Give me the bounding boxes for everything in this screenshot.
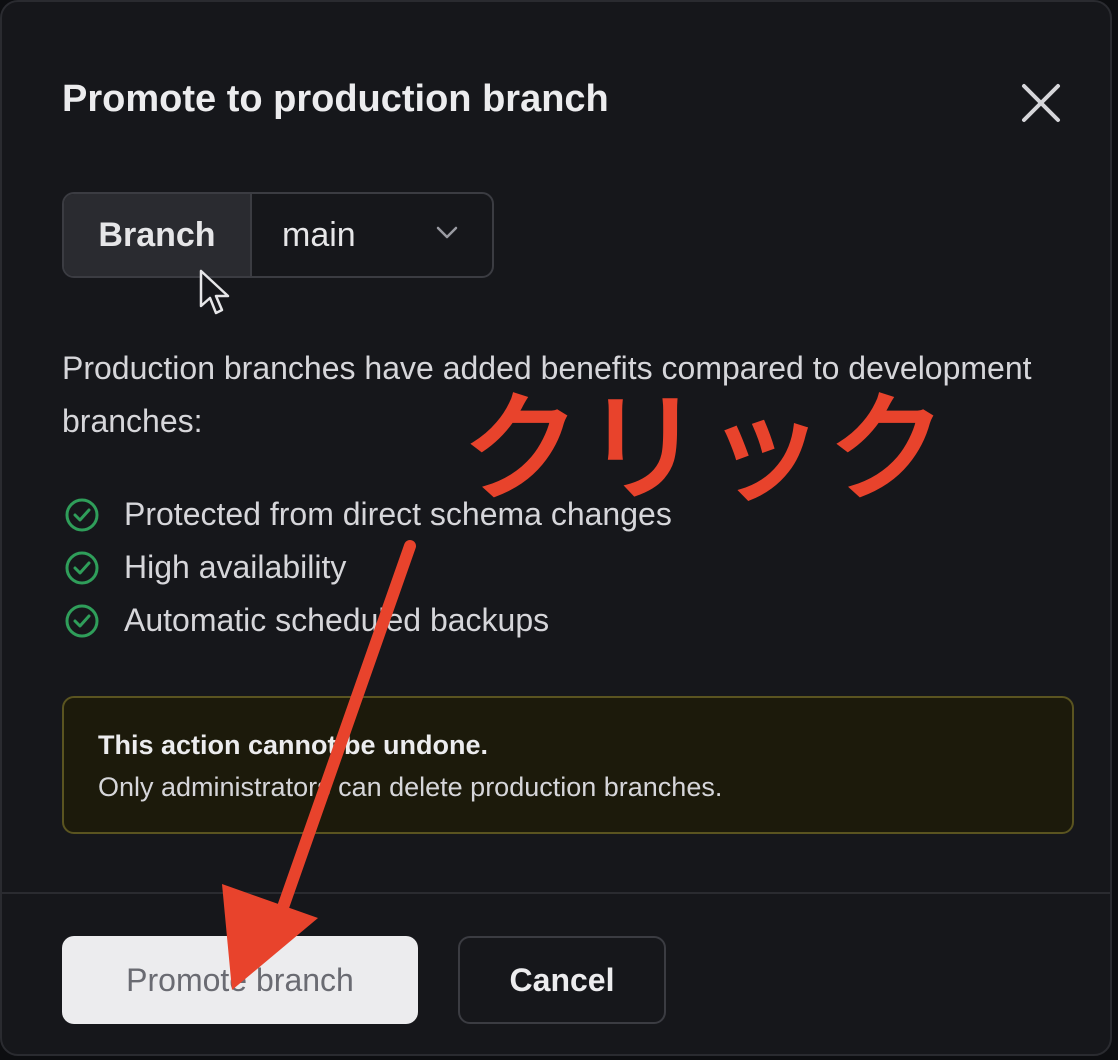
warning-body: Only administrators can delete productio… [98,772,723,802]
close-button[interactable] [1012,74,1070,132]
branch-label: Branch [64,194,252,276]
warning-title: This action cannot be undone. [98,730,489,760]
check-circle-icon [65,551,99,584]
promote-branch-dialog: Promote to production branch Branch main… [0,0,1112,1056]
benefit-item: High availability [62,541,672,594]
check-circle-icon [65,498,99,531]
cancel-button[interactable]: Cancel [458,936,666,1024]
branch-selector: Branch main [62,192,494,278]
footer-divider [2,892,1110,894]
close-icon [1022,84,1060,122]
annotation-label: クリック [462,380,951,518]
branch-dropdown[interactable]: main [252,194,492,276]
benefit-text: Automatic scheduled backups [124,602,550,638]
chevron-down-icon [436,226,458,239]
benefit-text: High availability [124,549,347,585]
dialog-title: Promote to production branch [62,78,609,120]
warning-callout: This action cannot be undone. Only admin… [62,696,1074,834]
promote-branch-button[interactable]: Promote branch [62,936,418,1024]
check-circle-icon [65,604,99,637]
branch-value: main [282,215,356,254]
benefit-item: Automatic scheduled backups [62,594,672,647]
mouse-pointer-icon [199,269,230,315]
